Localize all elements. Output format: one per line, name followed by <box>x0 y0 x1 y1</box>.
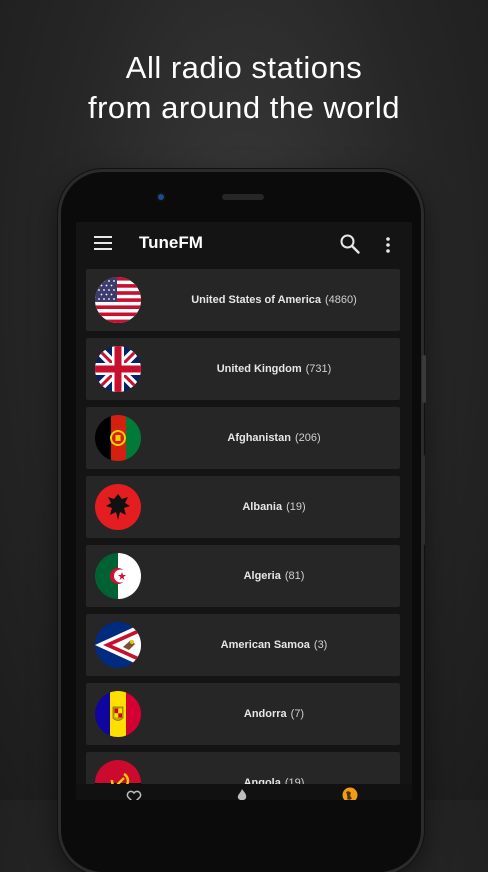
country-name: Andorra <box>243 708 287 720</box>
station-count: (4860) <box>325 294 357 306</box>
andorra-flag-icon <box>95 691 141 737</box>
app-title: TuneFM <box>139 233 203 252</box>
app-screen: TuneFM United States of America (4860) U… <box>76 222 412 800</box>
country-item-albania[interactable]: Albania (19) <box>86 476 400 538</box>
country-item-afghanistan[interactable]: Afghanistan (206) <box>86 407 400 469</box>
afghanistan-flag-icon <box>95 415 141 461</box>
station-count: (81) <box>284 570 305 582</box>
algeria-flag-icon <box>95 553 141 599</box>
station-count: (7) <box>290 708 305 720</box>
search-icon[interactable] <box>339 233 361 255</box>
country-item-uk[interactable]: United Kingdom (731) <box>86 338 400 400</box>
albania-flag-icon <box>95 484 141 530</box>
front-camera <box>158 194 164 200</box>
flame-icon[interactable] <box>236 788 248 800</box>
country-name: Albania <box>242 501 283 513</box>
station-count: (19) <box>286 501 306 513</box>
country-name: American Samoa <box>220 639 310 651</box>
app-bar: TuneFM <box>76 222 412 266</box>
power-button <box>422 455 425 545</box>
hamburger-menu-icon[interactable] <box>94 236 112 250</box>
more-vert-icon[interactable] <box>380 234 396 256</box>
country-item-andorra[interactable]: Andorra (7) <box>86 683 400 745</box>
country-item-american-samoa[interactable]: American Samoa (3) <box>86 614 400 676</box>
country-name: United Kingdom <box>216 363 302 375</box>
country-name: United States of America <box>191 294 321 306</box>
country-item-usa[interactable]: United States of America (4860) <box>86 269 400 331</box>
earpiece-speaker <box>222 194 264 200</box>
country-item-algeria[interactable]: Algeria (81) <box>86 545 400 607</box>
station-count: (206) <box>294 432 321 444</box>
promo-headline: All radio stations from around the world <box>0 48 488 128</box>
country-name: Algeria <box>243 570 281 582</box>
station-count: (3) <box>313 639 328 651</box>
bottom-navigation <box>76 784 412 800</box>
heart-icon[interactable] <box>126 790 142 800</box>
country-name: Afghanistan <box>227 432 291 444</box>
usa-flag-icon <box>95 277 141 323</box>
globe-icon[interactable] <box>342 787 358 800</box>
uk-flag-icon <box>95 346 141 392</box>
volume-button <box>422 355 426 403</box>
headline-line-2: from around the world <box>87 90 401 125</box>
headline-line-1: All radio stations <box>125 50 363 85</box>
station-count: (731) <box>305 363 332 375</box>
american-samoa-flag-icon <box>95 622 141 668</box>
